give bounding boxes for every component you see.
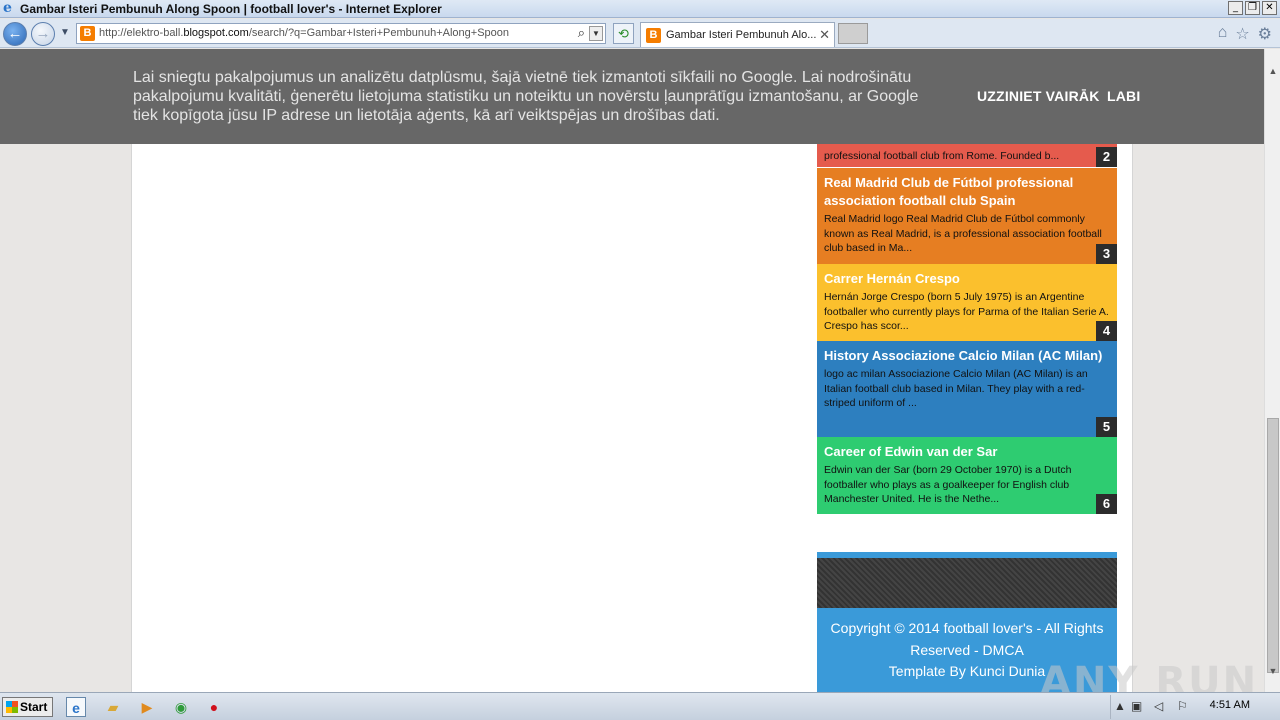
media-icon[interactable]: ▶ xyxy=(137,697,157,717)
toolbar-icons: ⌂ ☆ ⚙ xyxy=(1218,24,1272,44)
cookie-banner: Lai sniegtu pakalpojumus un analizētu da… xyxy=(0,49,1264,144)
post-number: 4 xyxy=(1096,321,1117,341)
ok-button[interactable]: LABI xyxy=(1107,88,1140,104)
start-button[interactable]: Start xyxy=(2,697,53,717)
address-dropdown[interactable]: ▼ xyxy=(589,26,603,41)
anyrun-watermark: ANY RUN xyxy=(1040,659,1259,692)
clock[interactable]: 4:51 AM xyxy=(1210,699,1250,711)
blogger-icon: B xyxy=(80,26,95,41)
address-bar[interactable]: B http://elektro-ball.blogspot.com/searc… xyxy=(76,23,606,44)
url-prefix: http://elektro-ball. xyxy=(99,27,184,39)
flag-icon[interactable]: ⚐ xyxy=(1177,699,1188,713)
post-description: Edwin van der Sar (born 29 October 1970)… xyxy=(824,464,1072,505)
back-button[interactable]: ← xyxy=(3,22,27,46)
post-number: 2 xyxy=(1096,147,1117,167)
popular-post-5[interactable]: History Associazione Calcio Milan (AC Mi… xyxy=(817,341,1117,437)
post-number: 6 xyxy=(1096,494,1117,514)
refresh-button[interactable]: ⟲ xyxy=(613,23,634,44)
window-controls: _ ❐ ✕ xyxy=(1228,1,1277,15)
page-viewport: professional football club from Rome. Fo… xyxy=(0,49,1264,692)
network-icon[interactable]: ▣ xyxy=(1131,699,1142,713)
home-icon[interactable]: ⌂ xyxy=(1218,24,1228,44)
post-description: Hernán Jorge Crespo (born 5 July 1975) i… xyxy=(824,291,1109,332)
close-icon[interactable]: ✕ xyxy=(819,27,830,43)
tab-title: Gambar Isteri Pembunuh Alo... xyxy=(666,29,816,41)
back-icon: ← xyxy=(7,25,23,42)
popular-post-3[interactable]: Real Madrid Club de Fútbol professional … xyxy=(817,168,1117,264)
taskbar: Start e ▰ ▶ ◉ ● ▲ ▣ ◁ ⚐ 4:51 AM xyxy=(0,692,1280,720)
post-description: professional football club from Rome. Fo… xyxy=(824,150,1060,162)
search-icon[interactable]: ⌕ xyxy=(578,25,585,41)
page-content: professional football club from Rome. Fo… xyxy=(131,49,1133,692)
footer-reserved[interactable]: Reserved - DMCA xyxy=(817,640,1117,662)
restore-button[interactable]: ❐ xyxy=(1245,1,1260,15)
cookie-text: Lai sniegtu pakalpojumus un analizētu da… xyxy=(133,69,919,124)
post-description: logo ac milan Associazione Calcio Milan … xyxy=(824,368,1088,409)
scroll-up-arrow[interactable]: ▲ xyxy=(1265,63,1280,79)
title-bar: e Gambar Isteri Pembunuh Along Spoon | f… xyxy=(0,0,1280,18)
ie-icon: e xyxy=(3,0,12,16)
post-title[interactable]: Carrer Hernán Crespo xyxy=(824,270,1110,288)
tray-expand-icon[interactable]: ▲ xyxy=(1114,699,1126,713)
post-number: 3 xyxy=(1096,244,1117,264)
gear-icon[interactable]: ⚙ xyxy=(1258,24,1272,44)
windows-logo-icon xyxy=(6,701,18,713)
vertical-scrollbar[interactable]: ▲ ▼ xyxy=(1264,49,1280,692)
scroll-down-arrow[interactable]: ▼ xyxy=(1265,663,1280,679)
post-number: 5 xyxy=(1096,417,1117,437)
navigation-bar: ← → ▼ B http://elektro-ball.blogspot.com… xyxy=(0,19,1280,48)
popular-post-4[interactable]: Carrer Hernán Crespo Hernán Jorge Crespo… xyxy=(817,264,1117,341)
system-tray: ▲ ▣ ◁ ⚐ xyxy=(1110,695,1280,719)
footer-pattern xyxy=(817,558,1117,608)
star-icon[interactable]: ☆ xyxy=(1235,24,1249,44)
ie-icon[interactable]: e xyxy=(66,697,86,717)
refresh-icon: ⟲ xyxy=(618,26,629,41)
minimize-button[interactable]: _ xyxy=(1228,1,1243,15)
blogger-icon: B xyxy=(646,28,661,43)
browser-tab[interactable]: B Gambar Isteri Pembunuh Alo... ✕ xyxy=(640,22,835,47)
url-text[interactable]: http://elektro-ball.blogspot.com/search/… xyxy=(99,27,509,39)
post-title[interactable]: Real Madrid Club de Fútbol professional … xyxy=(824,174,1110,210)
new-tab-button[interactable] xyxy=(838,23,868,44)
history-dropdown[interactable]: ▼ xyxy=(60,27,70,38)
footer-copyright: Copyright © 2014 football lover's - All … xyxy=(830,620,1104,636)
scroll-thumb[interactable] xyxy=(1267,418,1279,673)
chrome-icon[interactable]: ◉ xyxy=(171,697,191,717)
forward-icon: → xyxy=(35,25,51,42)
opera-icon[interactable]: ● xyxy=(204,697,224,717)
url-domain: blogspot.com xyxy=(183,27,249,39)
popular-post-2[interactable]: professional football club from Rome. Fo… xyxy=(817,141,1117,167)
speaker-icon[interactable]: ◁ xyxy=(1154,699,1163,713)
post-description: Real Madrid logo Real Madrid Club de Fút… xyxy=(824,213,1102,254)
start-label: Start xyxy=(20,700,48,714)
learn-more-button[interactable]: UZZINIET VAIRĀK xyxy=(977,88,1100,104)
window-title: Gambar Isteri Pembunuh Along Spoon | foo… xyxy=(20,2,442,16)
post-title[interactable]: Career of Edwin van der Sar xyxy=(824,443,1110,461)
post-title[interactable]: History Associazione Calcio Milan (AC Mi… xyxy=(824,347,1110,365)
folder-icon[interactable]: ▰ xyxy=(103,697,123,717)
popular-post-6[interactable]: Career of Edwin van der Sar Edwin van de… xyxy=(817,437,1117,514)
forward-button[interactable]: → xyxy=(31,22,55,46)
close-window-button[interactable]: ✕ xyxy=(1262,1,1277,15)
url-suffix: /search/?q=Gambar+Isteri+Pembunuh+Along+… xyxy=(248,27,510,39)
